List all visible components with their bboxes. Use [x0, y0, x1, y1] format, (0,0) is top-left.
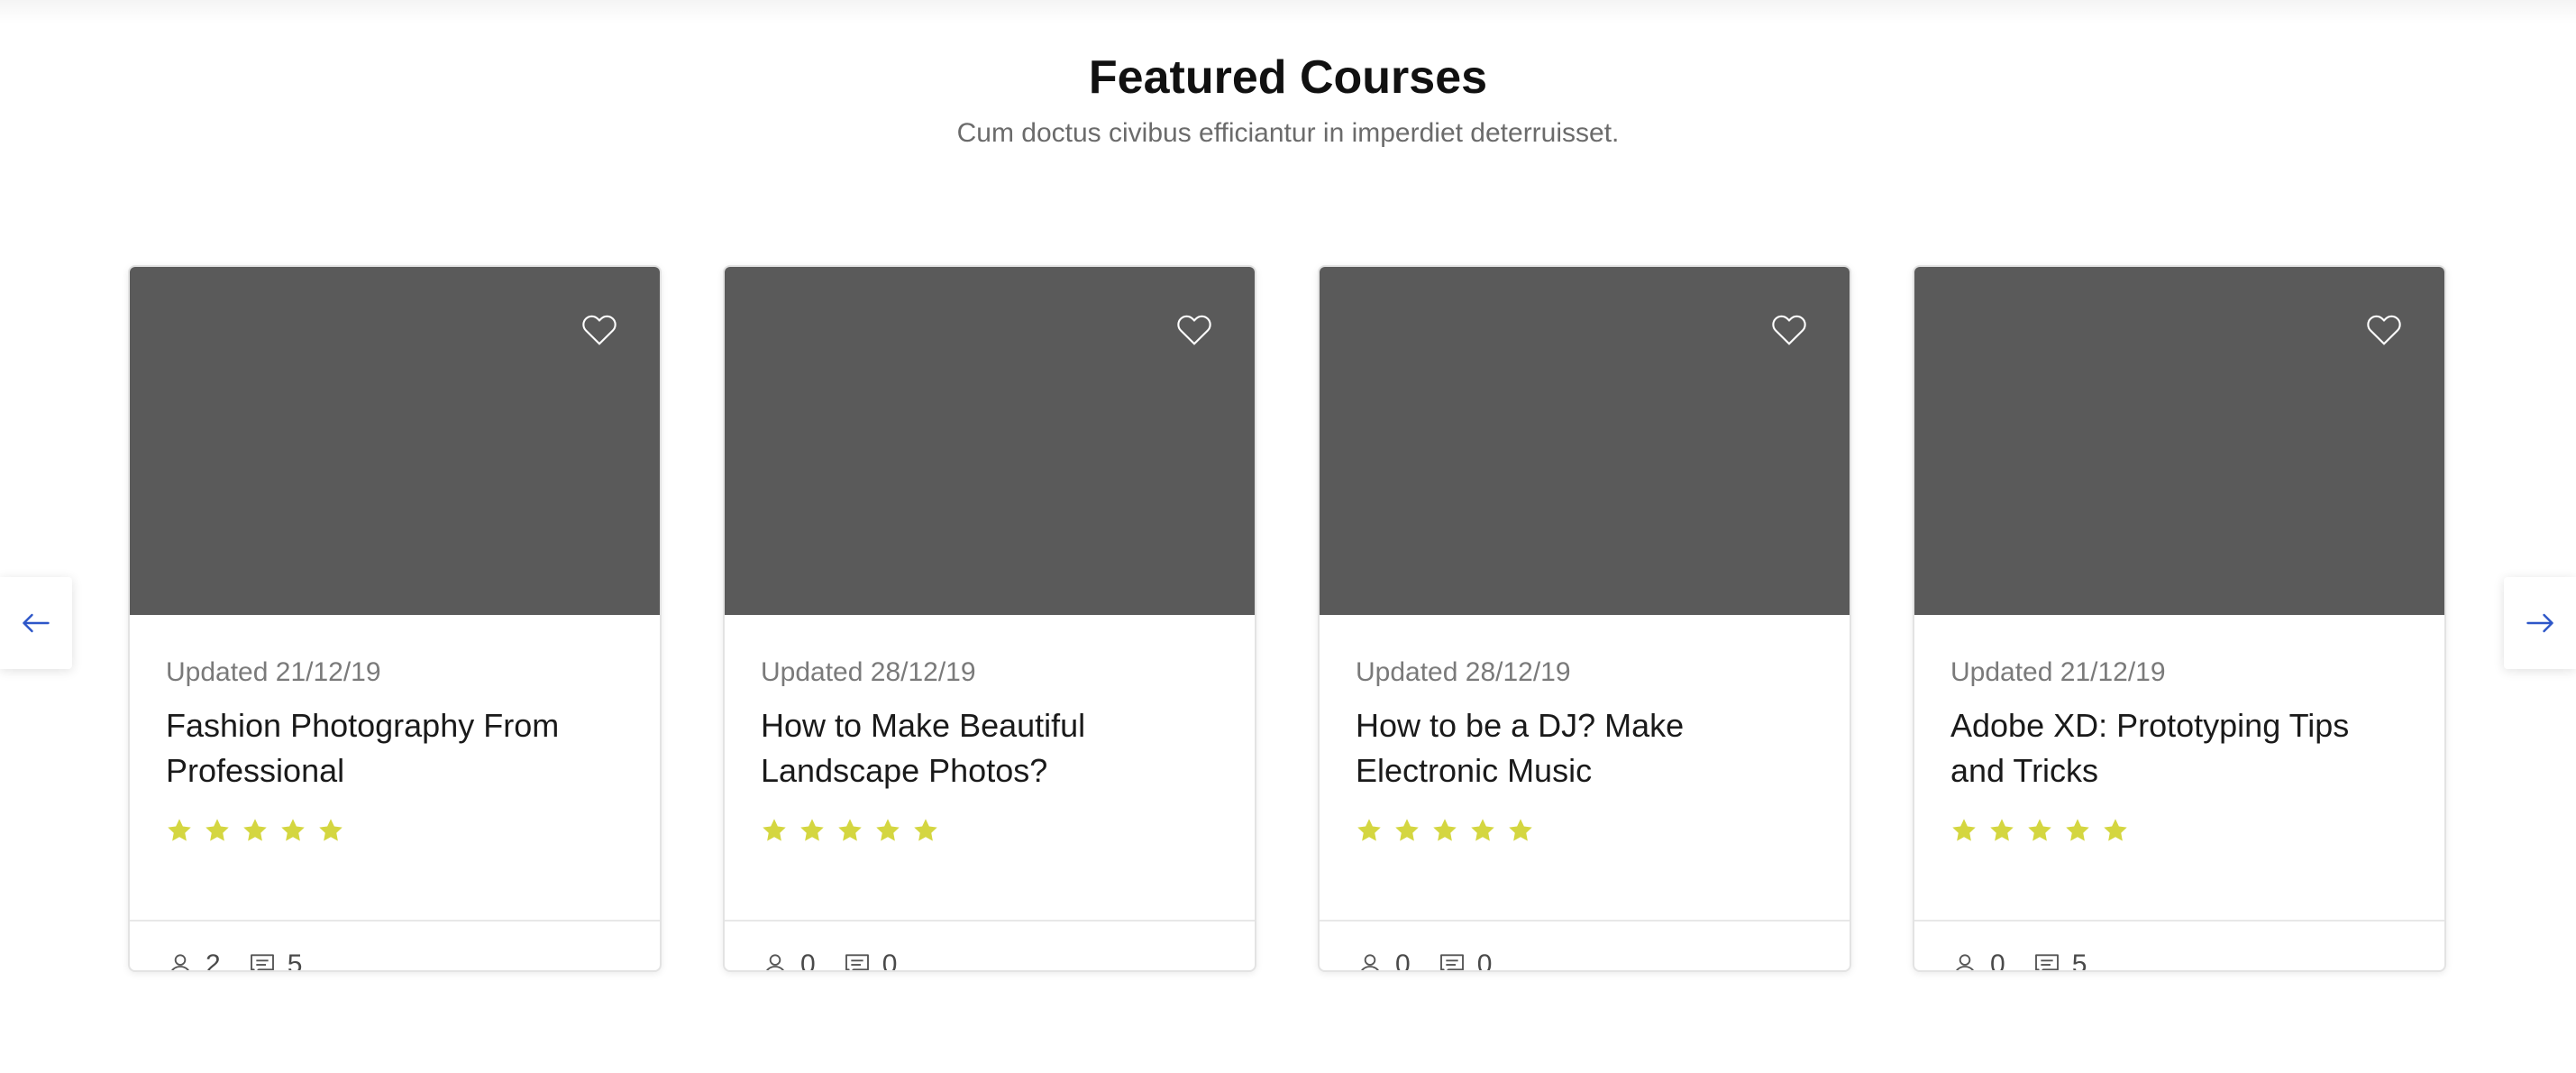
- course-rating: [166, 817, 624, 844]
- top-shadow: [0, 0, 2576, 23]
- course-card-footer: 2 5: [130, 922, 660, 972]
- star-icon: [2104, 819, 2127, 841]
- arrow-left-icon: [23, 613, 50, 633]
- star-icon: [1357, 819, 1381, 841]
- section-header: Featured Courses Cum doctus civibus effi…: [0, 45, 2576, 153]
- section-title: Featured Courses: [1088, 51, 1488, 104]
- comments-count-value: 5: [2071, 949, 2087, 972]
- students-count: 0: [1950, 949, 2005, 972]
- comments-count: 0: [843, 949, 898, 972]
- course-thumbnail[interactable]: [725, 267, 1255, 615]
- course-rating: [1356, 817, 1813, 844]
- course-title[interactable]: How to Make Beautiful Landscape Photos?: [761, 703, 1219, 793]
- star-icon: [1952, 819, 1976, 841]
- star-icon: [1509, 819, 1532, 841]
- course-updated-date: Updated 28/12/19: [1356, 657, 1571, 687]
- star-icon: [914, 819, 937, 841]
- course-thumbnail[interactable]: [130, 267, 660, 615]
- arrow-right-icon: [2526, 613, 2553, 633]
- course-rating: [1950, 817, 2408, 844]
- course-card-body: Updated 21/12/19 Fashion Photography Fro…: [130, 615, 660, 922]
- featured-courses-page: Featured Courses Cum doctus civibus effi…: [0, 0, 2576, 1073]
- comment-icon: [2034, 954, 2059, 970]
- students-count-value: 0: [800, 949, 816, 972]
- students-count: 0: [761, 949, 816, 972]
- star-icon: [281, 819, 305, 841]
- star-icon: [1990, 819, 2014, 841]
- course-title[interactable]: Adobe XD: Prototyping Tips and Tricks: [1950, 703, 2408, 793]
- star-icon: [763, 819, 786, 841]
- star-icon: [1433, 819, 1457, 841]
- course-updated-date: Updated 21/12/19: [1950, 657, 2166, 687]
- course-card-footer: 0 0: [725, 922, 1255, 972]
- star-icon: [243, 819, 267, 841]
- course-card-body: Updated 28/12/19 How to be a DJ? Make El…: [1320, 615, 1850, 922]
- comments-count-value: 5: [287, 949, 303, 972]
- carousel-next-button[interactable]: [2504, 577, 2576, 669]
- star-icon: [1471, 819, 1494, 841]
- comments-count: 5: [2032, 949, 2087, 972]
- course-title[interactable]: How to be a DJ? Make Electronic Music: [1356, 703, 1813, 793]
- course-card-footer: 0 5: [1914, 922, 2444, 972]
- star-icon: [2028, 819, 2051, 841]
- star-icon: [876, 819, 900, 841]
- course-card[interactable]: Updated 28/12/19 How to Make Beautiful L…: [723, 265, 1256, 972]
- star-icon: [1395, 819, 1419, 841]
- heart-icon[interactable]: [579, 308, 620, 350]
- star-icon: [800, 819, 824, 841]
- star-icon: [838, 819, 862, 841]
- star-icon: [319, 819, 343, 841]
- course-thumbnail[interactable]: [1914, 267, 2444, 615]
- course-card-body: Updated 21/12/19 Adobe XD: Prototyping T…: [1914, 615, 2444, 922]
- course-card-body: Updated 28/12/19 How to Make Beautiful L…: [725, 615, 1255, 922]
- course-carousel: Updated 21/12/19 Fashion Photography Fro…: [128, 265, 2450, 974]
- students-count-value: 0: [1395, 949, 1411, 972]
- course-card-footer: 0 0: [1320, 922, 1850, 972]
- course-card[interactable]: Updated 28/12/19 How to be a DJ? Make El…: [1318, 265, 1851, 972]
- heart-icon[interactable]: [2363, 308, 2405, 350]
- course-thumbnail[interactable]: [1320, 267, 1850, 615]
- user-icon: [1956, 954, 1974, 970]
- comments-count: 5: [248, 949, 303, 972]
- user-icon: [1361, 954, 1379, 970]
- students-count: 2: [166, 949, 221, 972]
- star-icon: [168, 819, 191, 841]
- course-card[interactable]: Updated 21/12/19 Fashion Photography Fro…: [128, 265, 662, 972]
- section-subtitle: Cum doctus civibus efficiantur in imperd…: [956, 118, 1620, 148]
- comments-count-value: 0: [1476, 949, 1493, 972]
- comment-icon: [1439, 954, 1464, 970]
- carousel-prev-button[interactable]: [0, 577, 72, 669]
- course-title[interactable]: Fashion Photography From Professional: [166, 703, 624, 793]
- user-icon: [766, 954, 784, 970]
- comments-count: 0: [1438, 949, 1493, 972]
- course-updated-date: Updated 21/12/19: [166, 657, 381, 687]
- students-count: 0: [1356, 949, 1411, 972]
- heart-icon[interactable]: [1768, 308, 1810, 350]
- course-updated-date: Updated 28/12/19: [761, 657, 976, 687]
- heart-icon[interactable]: [1174, 308, 1215, 350]
- star-icon: [2066, 819, 2089, 841]
- students-count-value: 2: [206, 949, 221, 972]
- course-rating: [761, 817, 1219, 844]
- comment-icon: [250, 954, 274, 970]
- students-count-value: 0: [1990, 949, 2005, 972]
- comments-count-value: 0: [882, 949, 898, 972]
- course-card[interactable]: Updated 21/12/19 Adobe XD: Prototyping T…: [1913, 265, 2446, 972]
- star-icon: [206, 819, 229, 841]
- comment-icon: [845, 954, 869, 970]
- user-icon: [171, 954, 189, 970]
